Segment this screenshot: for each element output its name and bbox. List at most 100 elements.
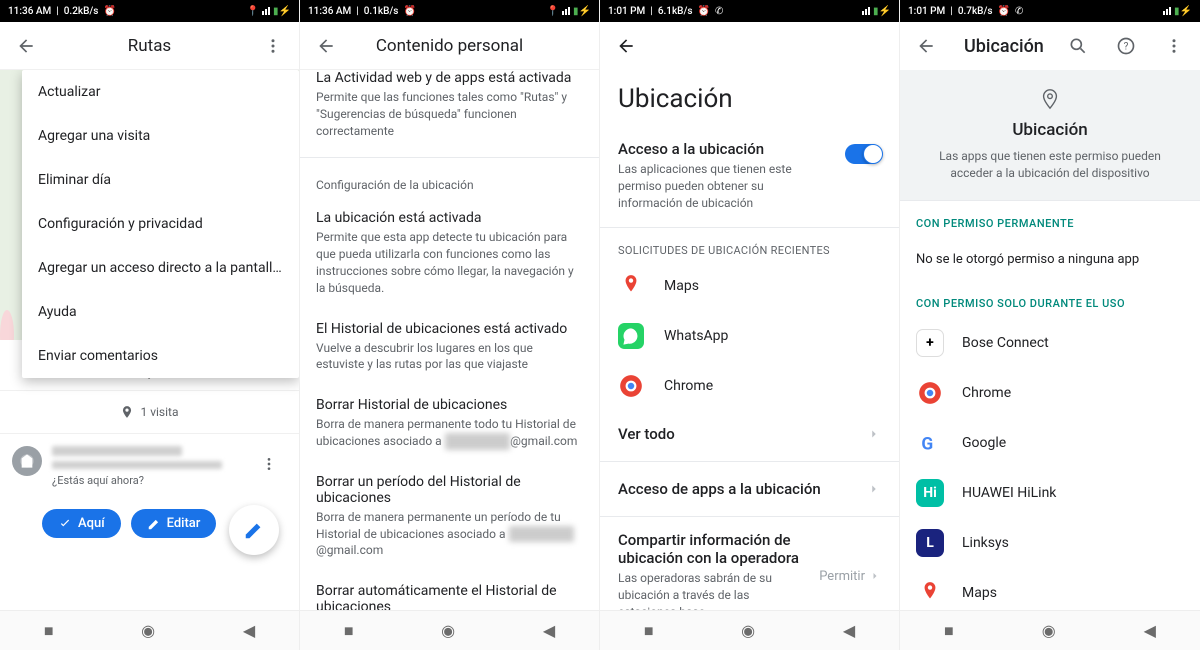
toggle-desc: Las aplicaciones que tienen este permiso… [618, 161, 831, 211]
recent-app-row[interactable]: WhatsApp [600, 311, 899, 361]
menu-item-6[interactable]: Enviar comentarios [22, 334, 299, 378]
app-bar: Contenido personal [300, 22, 599, 70]
permission-app-row[interactable]: GGoogle [900, 418, 1200, 468]
no-permission-msg: No se le otorgó permiso a ninguna app [900, 238, 1200, 281]
help-icon: ? [1116, 36, 1136, 56]
overflow-menu: ActualizarAgregar una visitaEliminar día… [22, 70, 299, 378]
app-name: Google [962, 435, 1006, 451]
app-bar: Rutas [0, 22, 299, 70]
truncated-item[interactable]: La Actividad web y de apps está activada… [300, 70, 599, 153]
signal-icon [1163, 7, 1171, 15]
edit-chip-button[interactable]: Editar [131, 509, 217, 538]
status-bar: 11:36 AM | 0.2kB/s⏰ 📍▮⚡ [0, 0, 299, 22]
help-button[interactable]: ? [1108, 28, 1144, 64]
menu-item-0[interactable]: Actualizar [22, 70, 299, 114]
setting-item-3[interactable]: Borrar un período del Historial de ubica… [300, 464, 599, 573]
carrier-row[interactable]: Compartir información de ubicación con l… [600, 521, 899, 610]
permission-app-row[interactable]: HiHUAWEI HiLink [900, 468, 1200, 518]
menu-item-3[interactable]: Configuración y privacidad [22, 202, 299, 246]
nav-back[interactable]: ◀ [543, 621, 555, 640]
status-net: 0.1kB/s [364, 6, 399, 17]
check-icon [58, 517, 72, 531]
visit-count: 1 visita [140, 405, 178, 419]
nav-recent[interactable]: ■ [944, 621, 954, 641]
menu-item-2[interactable]: Eliminar día [22, 158, 299, 202]
back-button[interactable] [908, 28, 944, 64]
nav-back[interactable]: ◀ [1144, 621, 1156, 640]
screen-rutas: 11:36 AM | 0.2kB/s⏰ 📍▮⚡ Rutas Hoy 1 visi… [0, 0, 300, 650]
setting-item-0[interactable]: La ubicación está activada Permite que e… [300, 200, 599, 310]
recent-app-row[interactable]: Chrome [600, 361, 899, 411]
app-icon: + [916, 329, 944, 357]
nav-home[interactable]: ◉ [141, 621, 155, 640]
setting-item-4[interactable]: Borrar automáticamente el Historial de u… [300, 573, 599, 610]
nav-recent[interactable]: ■ [344, 621, 354, 641]
edit-fab[interactable] [229, 505, 279, 555]
setting-item-1[interactable]: El Historial de ubicaciones está activad… [300, 311, 599, 388]
back-arrow-icon [316, 36, 336, 56]
permission-header: Ubicación Las apps que tienen este permi… [900, 70, 1200, 201]
status-bar: 1:01 PM | 0.7kB/s⏰✆ ▮⚡ [900, 0, 1200, 22]
alarm-icon: ⏰ [103, 6, 115, 17]
location-icon: 📍 [247, 6, 259, 17]
nav-back[interactable]: ◀ [243, 621, 255, 640]
here-button[interactable]: Aquí [42, 509, 121, 538]
permission-app-row[interactable]: Chrome [900, 368, 1200, 418]
place-name-blurred [52, 446, 182, 456]
chevron-right-icon [867, 482, 881, 496]
back-button[interactable] [308, 28, 344, 64]
nav-recent[interactable]: ■ [44, 621, 54, 641]
nav-back[interactable]: ◀ [843, 621, 855, 640]
nav-home[interactable]: ◉ [741, 621, 755, 640]
status-time: 11:36 AM [308, 6, 351, 17]
status-net: 0.2kB/s [64, 6, 99, 17]
overflow-button[interactable] [255, 28, 291, 64]
permission-app-row[interactable]: Maps [900, 568, 1200, 610]
location-toggle-row[interactable]: Acceso a la ubicación Las aplicaciones q… [600, 128, 899, 228]
svg-text:?: ? [1124, 41, 1129, 52]
nav-recent[interactable]: ■ [644, 621, 654, 641]
screen-permission-manager: 1:01 PM | 0.7kB/s⏰✆ ▮⚡ Ubicación ? Ubica… [900, 0, 1200, 650]
status-bar: 1:01 PM | 6.1kB/s⏰✆ ▮⚡ [600, 0, 899, 22]
more-vert-icon [264, 37, 282, 55]
location-switch[interactable] [845, 144, 881, 164]
status-net: 0.7kB/s [958, 6, 993, 17]
page-title: Ubicación [964, 36, 1048, 57]
alarm-icon: ⏰ [403, 6, 415, 17]
app-access-row[interactable]: Acceso de apps a la ubicación [600, 466, 899, 512]
see-all-row[interactable]: Ver todo [600, 411, 899, 457]
back-button[interactable] [608, 28, 644, 64]
place-overflow[interactable] [251, 446, 287, 482]
overflow-button[interactable] [1156, 28, 1192, 64]
search-button[interactable] [1060, 28, 1096, 64]
signal-icon [262, 7, 270, 15]
app-name: WhatsApp [664, 328, 728, 344]
menu-item-1[interactable]: Agregar una visita [22, 114, 299, 158]
system-navbar: ■ ◉ ◀ [600, 610, 899, 650]
signal-icon [862, 7, 870, 15]
whatsapp-icon: ✆ [715, 6, 723, 17]
setting-item-2[interactable]: Borrar Historial de ubicaciones Borra de… [300, 387, 599, 464]
recent-app-row[interactable]: Maps [600, 261, 899, 311]
permission-app-row[interactable]: LLinksys [900, 518, 1200, 568]
pencil-icon [147, 517, 161, 531]
status-time: 11:36 AM [8, 6, 51, 17]
nav-home[interactable]: ◉ [1042, 621, 1056, 640]
nav-home[interactable]: ◉ [441, 621, 455, 640]
permission-app-row[interactable]: +Bose Connect [900, 318, 1200, 368]
carrier-desc: Las operadoras sabrán de su ubicación a … [618, 570, 809, 610]
chevron-right-icon [867, 427, 881, 441]
status-bar: 11:36 AM | 0.1kB/s⏰ 📍▮⚡ [300, 0, 599, 22]
alarm-icon: ⏰ [698, 6, 710, 17]
battery-icon: ▮⚡ [573, 6, 591, 17]
back-button[interactable] [8, 28, 44, 64]
back-arrow-icon [16, 36, 36, 56]
menu-item-4[interactable]: Agregar un acceso directo a la pantalla … [22, 246, 299, 290]
status-net: 6.1kB/s [658, 6, 693, 17]
menu-item-5[interactable]: Ayuda [22, 290, 299, 334]
app-bar: Ubicación ? [900, 22, 1200, 70]
header-caption: Las apps que tienen este permiso pueden … [914, 148, 1186, 182]
place-entry[interactable]: ¿Estás aquí ahora? [0, 434, 299, 499]
system-navbar: ■ ◉ ◀ [900, 610, 1200, 650]
app-name: Chrome [962, 385, 1011, 401]
